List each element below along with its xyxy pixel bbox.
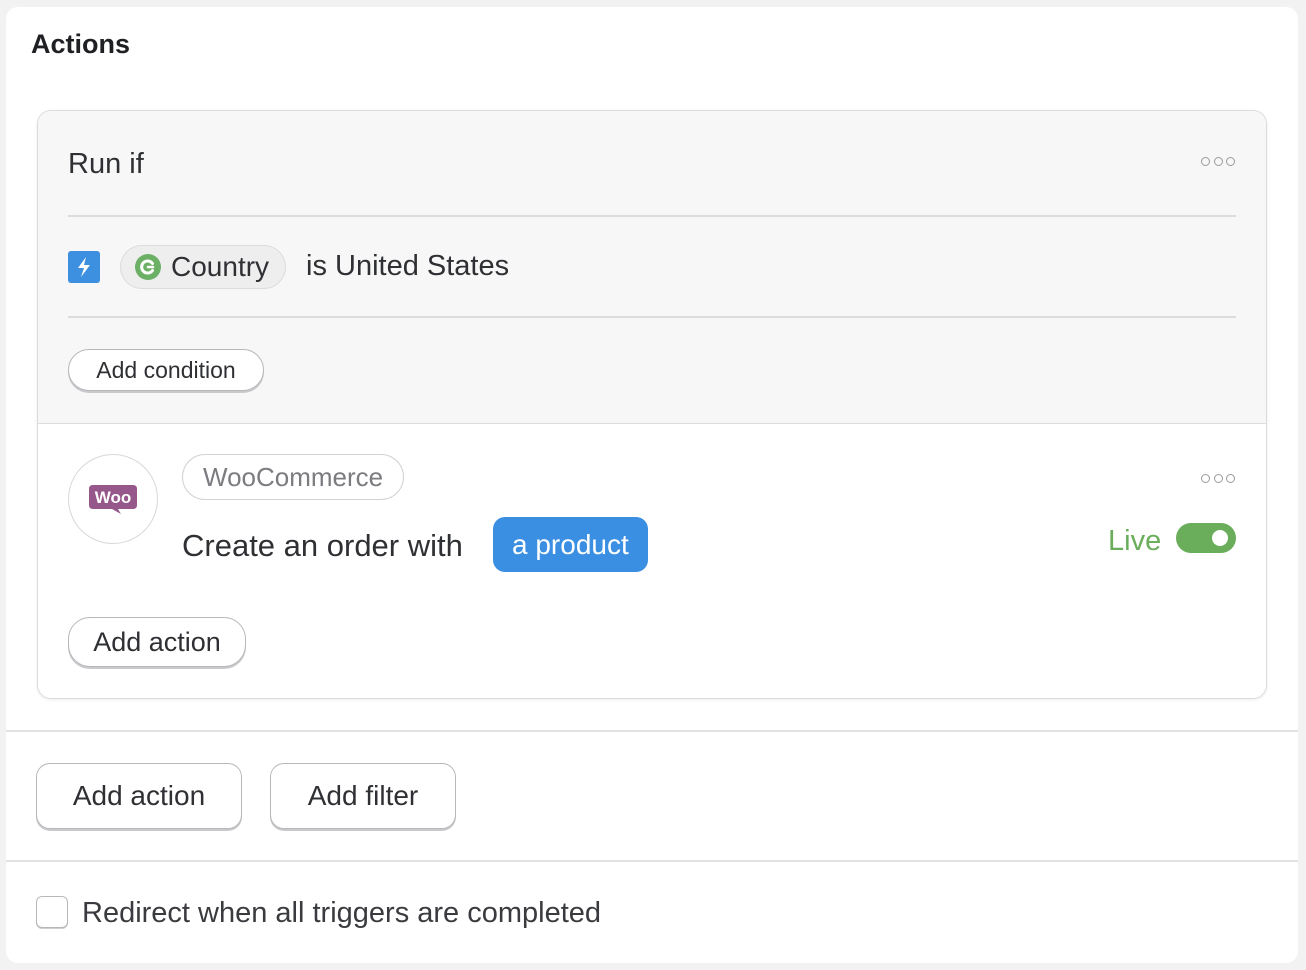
more-horizontal-icon[interactable] bbox=[1201, 155, 1235, 167]
add-condition-button[interactable]: Add condition bbox=[68, 349, 264, 391]
condition-field-label: Country bbox=[171, 251, 270, 282]
circle-c-icon bbox=[135, 254, 161, 280]
condition-section: Run if Country is United States Add cond… bbox=[38, 111, 1266, 424]
run-if-title: Run if bbox=[68, 148, 144, 180]
actions-panel: Actions Run if Country is United States … bbox=[6, 7, 1298, 963]
woo-logo-text: Woo bbox=[95, 488, 132, 507]
add-filter-button[interactable]: Add filter bbox=[270, 763, 456, 829]
live-toggle[interactable] bbox=[1176, 523, 1236, 553]
woocommerce-logo-icon: Woo bbox=[68, 454, 158, 544]
condition-divider-top bbox=[68, 215, 1236, 217]
section-divider bbox=[6, 860, 1298, 862]
condition-text: is United States bbox=[306, 250, 510, 282]
action-description: Create an order with bbox=[182, 528, 463, 563]
condition-divider-bottom bbox=[68, 316, 1236, 318]
app-tag[interactable]: WooCommerce bbox=[182, 454, 405, 500]
add-action-button[interactable]: Add action bbox=[36, 763, 242, 829]
add-action-inner-button[interactable]: Add action bbox=[68, 617, 246, 667]
section-divider bbox=[6, 730, 1298, 732]
redirect-label: Redirect when all triggers are completed bbox=[82, 897, 602, 929]
condition-field-chip[interactable]: Country bbox=[120, 245, 287, 289]
action-card: Run if Country is United States Add cond… bbox=[37, 110, 1267, 699]
more-horizontal-icon[interactable] bbox=[1201, 472, 1235, 484]
lightning-bolt-icon bbox=[68, 251, 100, 283]
product-chip[interactable]: a product bbox=[493, 517, 648, 572]
redirect-checkbox[interactable] bbox=[36, 896, 68, 928]
panel-title: Actions bbox=[31, 29, 131, 59]
toggle-knob bbox=[1212, 530, 1228, 546]
status-label: Live bbox=[1108, 525, 1162, 557]
